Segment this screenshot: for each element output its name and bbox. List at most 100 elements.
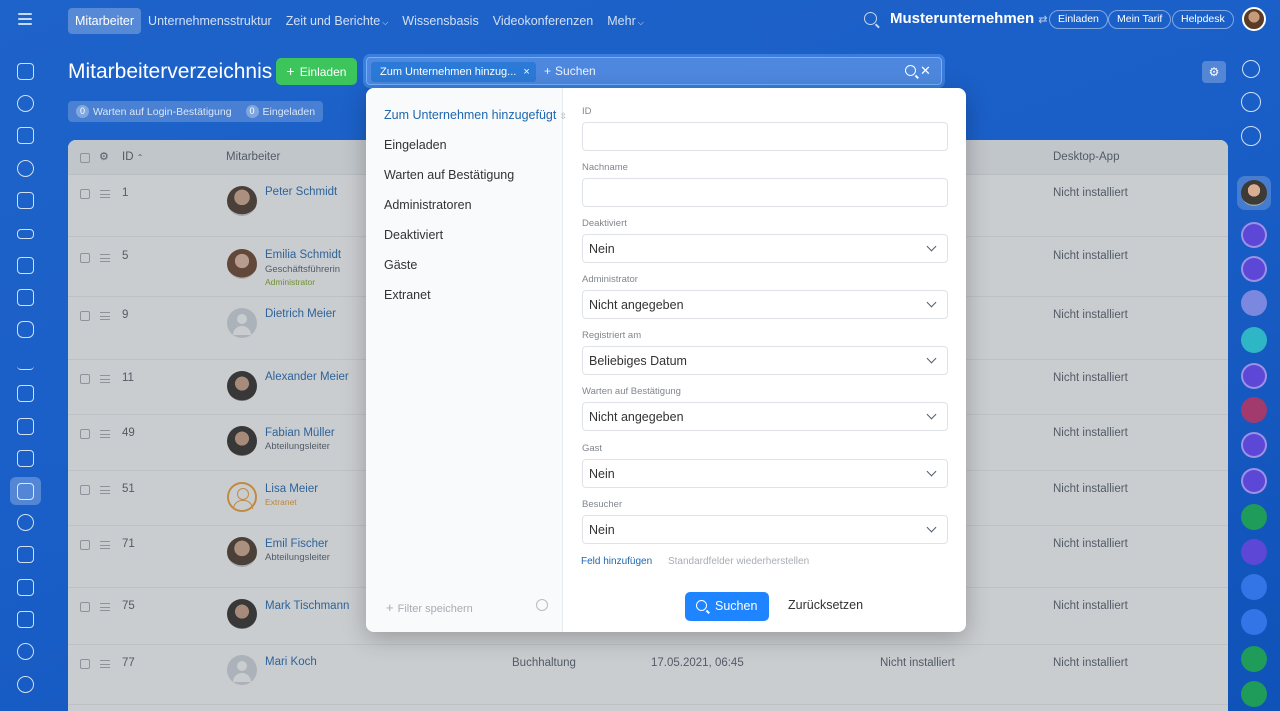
feed-icon[interactable]	[17, 95, 34, 112]
shop-icon[interactable]	[17, 385, 34, 402]
reset-button[interactable]: Zurücksetzen	[788, 598, 863, 612]
pending-login-counter[interactable]: 0 Warten auf Login-Bestätigung	[76, 105, 232, 118]
nav-time-reports[interactable]: Zeit und Berichte ⌵	[279, 8, 396, 34]
nav-more-label: Mehr	[607, 14, 636, 28]
filter-tag[interactable]: Zum Unternehmen hinzug... ×	[371, 62, 536, 82]
lock-icon[interactable]	[1241, 539, 1267, 565]
building-icon[interactable]	[17, 450, 34, 467]
status-counters: 0 Warten auf Login-Bestätigung 0 Eingelade…	[68, 101, 324, 122]
close-icon[interactable]: ×	[523, 66, 529, 78]
home-icon[interactable]	[17, 63, 34, 80]
webinar-icon[interactable]	[17, 514, 34, 531]
employees-icon[interactable]	[17, 483, 34, 500]
marketplace-icon[interactable]	[17, 643, 34, 660]
tasks-icon[interactable]	[17, 127, 34, 144]
preset-guests[interactable]: Gäste	[384, 258, 417, 272]
robot-icon[interactable]	[17, 611, 34, 628]
channel-icon[interactable]	[1241, 222, 1267, 248]
preset-admins[interactable]: Administratoren	[384, 198, 472, 212]
field-label: Nachname	[582, 162, 628, 173]
chevron-down-icon	[926, 297, 937, 308]
filter-popup: Zum Unternehmen hinzugefügt ⇳ Eingeladen …	[366, 88, 966, 632]
search-button[interactable]: Suchen	[685, 592, 769, 621]
bell-icon[interactable]	[1242, 60, 1260, 78]
task-check-icon[interactable]	[1241, 646, 1267, 672]
field-label: ID	[582, 106, 592, 117]
search-icon[interactable]	[905, 65, 916, 76]
menu-icon[interactable]	[18, 13, 32, 25]
drive-icon[interactable]	[17, 229, 34, 239]
nav-video[interactable]: Videokonferenzen	[486, 8, 601, 34]
administrator-select[interactable]: Nicht angegeben	[582, 290, 948, 319]
search-input[interactable]: + Suchen	[544, 64, 596, 78]
preset-deactivated[interactable]: Deaktiviert	[384, 228, 443, 242]
guest-select[interactable]: Nein	[582, 459, 948, 488]
preset-added[interactable]: Zum Unternehmen hinzugefügt ⇳	[384, 108, 567, 122]
restore-fields-link[interactable]: Standardfelder wiederherstellen	[668, 556, 809, 567]
board-icon[interactable]	[17, 257, 34, 274]
add-field-link[interactable]: Feld hinzufügen	[581, 556, 652, 567]
pending-select[interactable]: Nicht angegeben	[582, 402, 948, 431]
chat-bubble-icon[interactable]	[1241, 126, 1261, 146]
tariff-button[interactable]: Mein Tarif	[1108, 10, 1172, 29]
sd-avatar-icon[interactable]	[1241, 290, 1267, 316]
nav-structure[interactable]: Unternehmensstruktur	[141, 8, 279, 34]
channel-icon[interactable]	[1241, 432, 1267, 458]
registered-select[interactable]: Beliebiges Datum	[582, 346, 948, 375]
field-label: Besucher	[582, 499, 623, 510]
save-filter-button[interactable]: + Filter speichern	[386, 600, 473, 615]
sign-icon[interactable]	[17, 418, 34, 435]
nav-more[interactable]: Mehr ⌵	[600, 8, 651, 34]
preset-pending[interactable]: Warten auf Bestätigung	[384, 168, 514, 182]
channel-icon[interactable]	[1241, 468, 1267, 494]
c-avatar-icon[interactable]	[1241, 327, 1267, 353]
chevron-down-icon	[926, 409, 937, 420]
gear-icon[interactable]	[536, 599, 548, 611]
field-label: Registriert am	[582, 330, 642, 341]
chevron-down-icon	[926, 466, 937, 477]
settings-icon[interactable]	[17, 676, 34, 693]
groups-icon[interactable]	[17, 160, 34, 177]
lock-icon[interactable]	[1241, 574, 1267, 600]
chevron-down-icon: ⌵	[637, 18, 644, 27]
gear-icon[interactable]: ⚙	[1202, 61, 1226, 83]
filter-icon[interactable]	[17, 546, 34, 563]
preset-invited[interactable]: Eingeladen	[384, 138, 447, 152]
channel-icon[interactable]	[1241, 363, 1267, 389]
chat-icon[interactable]	[17, 321, 34, 338]
lock-icon[interactable]	[1241, 609, 1267, 635]
preset-extranet[interactable]: Extranet	[384, 288, 431, 302]
user-avatar[interactable]	[1242, 7, 1266, 31]
search-button-label: Suchen	[715, 599, 758, 613]
drag-icon[interactable]: ⇳	[559, 111, 567, 121]
select-value: Nein	[589, 467, 615, 481]
chevron-down-icon	[926, 522, 937, 533]
nav-employees[interactable]: Mitarbeiter	[68, 8, 142, 34]
analytics-icon[interactable]	[17, 353, 34, 370]
channel-icon[interactable]	[1241, 256, 1267, 282]
company-name[interactable]: Musterunternehmen ⇄	[890, 10, 1047, 27]
close-icon[interactable]: ✕	[920, 63, 931, 79]
deactivated-select[interactable]: Nein	[582, 234, 948, 263]
task-check-icon[interactable]	[1241, 397, 1267, 423]
checklist-icon[interactable]	[17, 289, 34, 306]
helpdesk-button[interactable]: Helpdesk	[1172, 10, 1234, 29]
lock-icon[interactable]	[1241, 504, 1267, 530]
filter-tag-label: Zum Unternehmen hinzug...	[380, 66, 517, 78]
lock-icon[interactable]	[1241, 681, 1267, 707]
documents-icon[interactable]	[17, 192, 34, 209]
field-label: Gast	[582, 443, 603, 454]
lastname-input[interactable]	[582, 178, 948, 207]
visitor-select[interactable]: Nein	[582, 515, 948, 544]
invite-button[interactable]: + Einladen	[276, 58, 357, 85]
contact-avatar[interactable]	[1241, 180, 1267, 206]
save-filter-label: Filter speichern	[397, 603, 473, 615]
invite-top-button[interactable]: Einladen	[1049, 10, 1108, 29]
search-icon[interactable]	[864, 12, 877, 25]
nav-knowledge[interactable]: Wissensbasis	[395, 8, 485, 34]
id-input[interactable]	[582, 122, 948, 151]
pulse-icon[interactable]	[1241, 92, 1261, 112]
invited-counter[interactable]: 0 Eingeladen	[245, 105, 315, 118]
calendar-icon[interactable]	[17, 579, 34, 596]
filter-search-box[interactable]: Zum Unternehmen hinzug... × + Suchen ✕	[366, 57, 942, 85]
